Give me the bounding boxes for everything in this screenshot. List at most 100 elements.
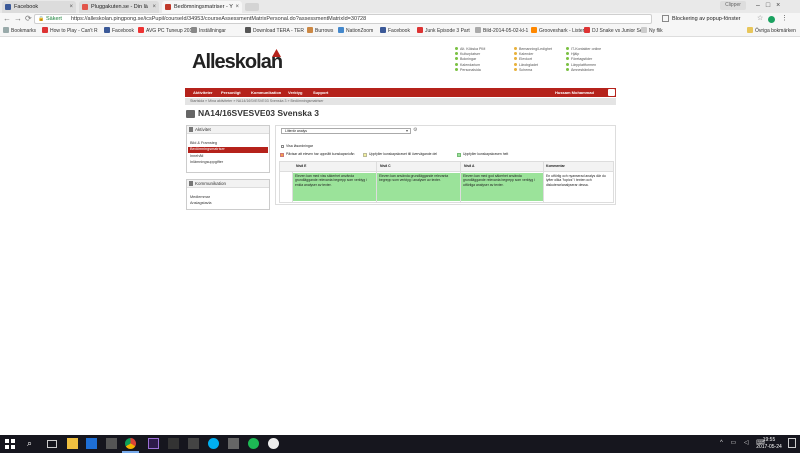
close-icon[interactable]: × [69,1,73,13]
tab-title: Facebook [14,4,39,10]
matrix-cell-a[interactable]: Eleven kan med god säkerhet använda grun… [461,173,543,201]
start-icon[interactable] [5,439,15,449]
matrix-select[interactable]: Litterär analys ▾ [281,128,411,134]
bookmark-item[interactable]: Bild-2014-05-02-kl-1 [475,27,528,36]
clock-time[interactable]: 19:55 [754,437,784,443]
popup-blocked-icon[interactable] [662,15,669,22]
sidebar-item-innehall[interactable]: Innehåll [190,154,203,159]
bookmark-item[interactable]: Ny flik [641,27,663,36]
header-link[interactable]: Ämnesbänken [566,67,594,72]
matrix-cell-c[interactable]: Eleven kan använda grundläggande relevan… [377,173,460,201]
app-icon[interactable] [106,438,117,449]
show-description-label[interactable]: Visa läsordningar [286,144,313,149]
bullet-icon [514,57,517,61]
star-icon[interactable]: ☆ [757,14,763,24]
bookmark-item-other[interactable]: Övriga bokmärken [747,27,796,36]
tab-bedomningsmatriser[interactable]: Bedömningsmatriser - Y × [162,1,242,13]
window-controls[interactable]: –□× [756,0,786,11]
bookmark-item[interactable]: Grooveshark - Listen [531,27,585,36]
nav-support[interactable]: Support [313,88,328,97]
close-icon[interactable]: × [152,1,156,13]
nav-kommunikation[interactable]: Kommunikation [251,88,281,97]
bookmark-item[interactable]: Facebook [104,27,134,36]
header-link-label: Företagstider [571,57,593,62]
popup-notice[interactable]: Blockering av popup-fönster [672,14,740,24]
nav-aktiviteter[interactable]: Aktiviteter [193,88,213,97]
header-link[interactable]: IT-Kontakter online [566,47,601,51]
search-icon[interactable]: ⌕ [27,437,32,450]
url-text[interactable]: https://alleskolan.pingpong.se/icsPupil/… [71,15,366,24]
notifications-icon[interactable] [788,438,796,448]
extension-icon[interactable] [768,16,775,23]
nav-personligt[interactable]: Personligt [221,88,241,97]
clock-date[interactable]: 2017-05-24 [754,444,784,450]
bookmark-item[interactable]: How to Play - Can't R [42,27,98,36]
site-logo[interactable]: Alleskolan [192,50,283,74]
show-description-checkbox[interactable] [281,145,284,148]
bookmark-item[interactable]: AVG PC Tuneup 2014 [138,27,195,36]
header-link[interactable]: Bemanning/Ledighet [514,47,552,51]
bullet-icon [566,67,569,71]
column-header: Nivå A [464,164,475,168]
nav-verktyg[interactable]: Verktyg [288,88,302,97]
sidebar-item-inlamningsuppgifter[interactable]: Inlämningsuppgifter [190,160,223,165]
pluggakuten-icon [82,4,88,10]
user-name[interactable]: Hussam Mohammad [555,88,594,97]
sidebar-item-bedomningsmatriser[interactable]: Bedömningsmatriser [190,147,225,152]
address-bar[interactable]: 🔒 Säkert https://alleskolan.pingpong.se/… [34,14,652,24]
user-avatar-icon[interactable] [608,89,615,96]
matrix-select-value: Litterär analys [285,129,307,133]
bookmark-item[interactable]: Download TERA - TER [245,27,304,36]
matrix-cell-e[interactable]: Eleven kan med viss säkerhet använda gru… [293,173,376,201]
app-icon[interactable] [268,438,279,449]
skype-icon[interactable] [208,438,219,449]
header-link[interactable]: Schema [514,67,532,72]
app-icon[interactable] [228,438,239,449]
header-link[interactable]: Bokningar [455,57,476,61]
legend-swatch-yellow [363,153,367,157]
header-link[interactable]: Kulturplatser [455,52,480,56]
bookmark-item[interactable]: Facebook [380,27,410,36]
header-link[interactable]: Företagstider [566,57,592,61]
header-link[interactable]: Kalender [514,52,533,56]
bullet-icon [514,67,517,71]
bookmark-item[interactable]: Inställningar [191,27,226,36]
sidebar-item-bild-framsteg[interactable]: Bild & Framsteg [190,141,217,146]
header-link[interactable]: Alt. Kökska PIM [455,47,485,51]
header-link[interactable]: Lärpplattformen [566,62,596,67]
sidebar-item-anslagstavla[interactable]: Anslagstavla [190,201,212,206]
header-link[interactable]: Hjälp [566,52,579,56]
chrome-icon[interactable] [125,438,136,449]
legend-label: Påvisar att eleven har uppnått kunskapsn… [286,152,355,156]
app-icon[interactable] [168,438,179,449]
spotify-icon[interactable] [248,438,259,449]
header-link[interactable]: Kalendarium [455,62,480,67]
premiere-icon[interactable] [148,438,159,449]
app-icon[interactable] [188,438,199,449]
nav-buttons[interactable]: ←→⟳ [3,14,35,24]
bookmark-item[interactable]: Bookmarks [3,27,36,36]
window-user-badge: Clipper [720,1,746,10]
legend-label: Uppfyller kunskapskravet till övervägand… [369,152,438,156]
tab-pluggakuten[interactable]: Pluggakuten.se - Din lä × [79,1,159,13]
settings-icon[interactable]: ⚙ [413,127,417,133]
close-icon[interactable]: × [235,1,239,13]
tab-title: Bedömningsmatriser - Y [174,4,233,10]
file-explorer-icon[interactable] [67,438,78,449]
column-header: Kommentar [546,164,565,168]
menu-icon[interactable]: ⋮ [781,14,788,24]
tab-facebook[interactable]: Facebook × [2,1,76,13]
store-icon[interactable] [86,438,97,449]
bookmark-item[interactable]: DJ Snake vs Junior Se [584,27,643,36]
bookmark-item[interactable]: Junk Episode 3 Part [417,27,470,36]
task-view-icon[interactable] [47,440,57,448]
bookmark-item[interactable]: NationZoom [338,27,373,36]
header-link[interactable]: Personalsida [455,67,481,72]
bookmark-item[interactable]: Burrows [307,27,333,36]
sidebar-item-medlemmar[interactable]: Medlemmar [190,195,210,200]
new-tab-button[interactable] [245,3,259,11]
header-link[interactable]: Elevkort [514,57,532,61]
header-link[interactable]: Lärobgladet [514,62,538,67]
breadcrumb[interactable]: Startsida » Mina aktiviteter » NA14/16SV… [190,99,323,104]
bullet-icon [514,47,517,50]
